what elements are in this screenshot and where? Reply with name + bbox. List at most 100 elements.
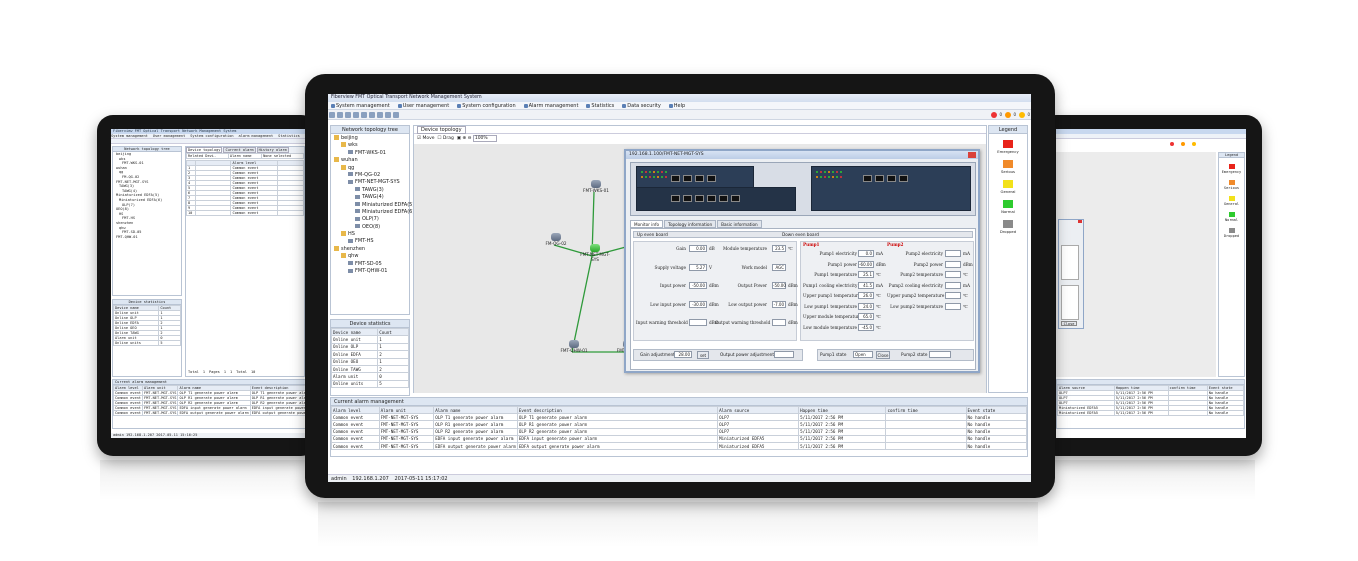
menu-data-security[interactable]: Data security [627, 103, 661, 109]
pump2-state-value[interactable] [929, 351, 951, 358]
alarm-row[interactable]: Common event FMT-NET-MGT-SYS EDFA input ge… [331, 434, 1028, 443]
list-icon[interactable] [361, 112, 367, 118]
tree-item[interactable]: Miniaturized EDFA(6) [334, 209, 414, 216]
grid-icon[interactable] [353, 112, 359, 118]
forward-icon[interactable] [385, 112, 391, 118]
left-filter-cell[interactable]: Alarm name [227, 153, 263, 159]
tree-item[interactable]: wks [334, 142, 406, 149]
general-alarm-icon[interactable] [1019, 112, 1025, 118]
tree-item[interactable]: qg [334, 164, 406, 172]
tree-item[interactable]: shenzhen [334, 245, 406, 253]
field-value[interactable]: 0.00 [689, 245, 707, 252]
field-value[interactable]: 5.27 [689, 263, 707, 271]
field-value[interactable] [945, 250, 961, 257]
zoom-out-icon[interactable]: ⊖ [468, 136, 472, 141]
menu-system-management[interactable]: System management [336, 103, 390, 109]
menu-system-configuration[interactable]: System configuration [462, 103, 515, 109]
tree-item[interactable]: TAWG(4) [334, 194, 406, 201]
field-value[interactable]: -50.00 [689, 282, 707, 289]
serious-alarm-icon[interactable] [1005, 112, 1011, 118]
field-value[interactable] [945, 292, 961, 299]
tab-basic-information[interactable]: Basic information [717, 220, 762, 228]
tab-device-topology[interactable]: Device topology [417, 126, 466, 134]
emergency-alarm-icon[interactable] [991, 112, 997, 118]
field-value[interactable]: 25.1 [858, 271, 874, 278]
tree-item[interactable]: beijing [334, 135, 406, 142]
node-fmt-wks-01[interactable]: FMT-WKS-01 [581, 180, 611, 193]
tree-item[interactable]: TAWG(3) [334, 187, 406, 194]
field-value[interactable] [772, 319, 786, 326]
left-menu-item[interactable]: User management [153, 134, 185, 138]
dialog-close-icon[interactable] [968, 152, 976, 158]
left-grid-row[interactable]: 10 Common event [185, 210, 304, 216]
alarm-row[interactable]: Common event FMT-NET-MGT-SYS OLP R1 genera… [331, 420, 1028, 429]
field-value[interactable]: 0.0 [858, 250, 874, 257]
search-icon[interactable] [329, 112, 335, 118]
stats-row[interactable]: Online units 5 [330, 379, 409, 389]
left-alarm-row[interactable]: Common event FMT-NET-MGT-SYS EDFA output g… [113, 410, 307, 416]
field-value[interactable] [689, 319, 707, 326]
left-stats-row[interactable]: Online units 5 [112, 340, 181, 346]
left-menu-item[interactable]: System configuration [190, 134, 233, 138]
tree-item[interactable]: wuhan [334, 157, 406, 164]
tree-item[interactable]: FM-QG-02 [334, 172, 406, 179]
export-icon[interactable] [393, 112, 399, 118]
left-filter-cell[interactable]: Related Devi. [186, 153, 229, 159]
field-value[interactable]: -60.00 [858, 260, 874, 268]
tree-item[interactable]: OLP(7) [334, 216, 406, 223]
stats-row[interactable]: Alarm unit 0 [330, 372, 409, 381]
node-fmt-net-mgt-sys[interactable]: FMT-NET-MGT-SYS [577, 244, 613, 262]
back-icon[interactable] [377, 112, 383, 118]
field-value[interactable]: 65.0 [858, 313, 874, 320]
gain-adjustment-input[interactable]: 28.00 [674, 351, 692, 358]
tree-item[interactable]: FMT-SD-05 [334, 261, 406, 268]
tree-item[interactable]: Miniaturized EDFA(5) [334, 202, 414, 209]
save-icon[interactable]: ▣ [455, 136, 461, 141]
zoom-in-icon[interactable]: ⊕ [462, 136, 466, 141]
field-value[interactable]: -45.0 [858, 323, 874, 331]
user-icon[interactable] [337, 112, 343, 118]
left-menu-item[interactable]: Statistics [278, 134, 300, 138]
zoom-select[interactable]: 100% [472, 135, 497, 142]
stats-row[interactable]: Online unit 1 [330, 335, 409, 344]
right-alarm-row[interactable]: Miniaturized EDFA5 5/11/2017 2:56 PM No ha… [1057, 410, 1245, 416]
field-value[interactable] [945, 271, 961, 278]
output-power-adjustment-input[interactable] [774, 351, 794, 358]
tree-item[interactable]: FMT-NET-MGT-SYS [334, 179, 406, 186]
tree-item[interactable]: FMT-HS [334, 238, 406, 245]
stats-row[interactable]: Online OEO 1 [330, 357, 409, 366]
stats-row[interactable]: Online OLP 1 [330, 342, 409, 352]
left-tab[interactable]: Current alarm [223, 147, 256, 153]
settings-icon[interactable] [369, 112, 375, 118]
alarm-row[interactable]: Common event FMT-NET-MGT-SYS OLP R2 genera… [331, 427, 1028, 436]
field-value[interactable]: -30.00 [689, 300, 707, 308]
tree-item[interactable]: FMT-WKS-01 [334, 150, 406, 157]
left-tab[interactable]: History alarm [256, 147, 289, 153]
left-menu-item[interactable]: alarm management [239, 134, 274, 138]
field-value[interactable]: 24.0 [858, 302, 874, 310]
refresh-icon[interactable] [345, 112, 351, 118]
menu-alarm-management[interactable]: Alarm management [529, 103, 579, 109]
alarm-row[interactable]: Common event FMT-NET-MGT-SYS OLP T1 genera… [331, 413, 1028, 422]
left-filter-cell[interactable]: None selected [261, 153, 304, 159]
field-value[interactable]: 26.0 [858, 292, 874, 299]
field-value[interactable] [945, 260, 961, 268]
alarm-row[interactable]: Common event FMT-NET-MGT-SYS EDFA output g… [331, 441, 1028, 451]
drag-checkbox[interactable]: ☐ [436, 136, 443, 141]
left-tree-item[interactable]: FMT-QHW-01 [113, 235, 181, 240]
right-close-button[interactable]: Close [1061, 321, 1077, 326]
node-fmt-qhw-01[interactable]: FMT-QHW-01 [559, 340, 589, 353]
set-button[interactable]: set [697, 350, 709, 359]
pump1-state-value[interactable]: Open [853, 351, 873, 358]
menu-user-management[interactable]: User management [403, 103, 449, 109]
field-value[interactable] [945, 302, 961, 310]
field-value[interactable]: -7.00 [772, 300, 786, 308]
menu-help[interactable]: Help [674, 103, 685, 109]
left-menu-item[interactable]: System management [111, 134, 148, 138]
left-tab[interactable]: Device topology [186, 147, 223, 153]
field-value[interactable]: 23.5 [772, 245, 786, 252]
stats-row[interactable]: Online TAWG 2 [330, 364, 409, 374]
tab-monitor-info[interactable]: Monitor info [630, 220, 664, 228]
tree-item[interactable]: HS [334, 231, 406, 238]
tab-topology-information[interactable]: Topology information [664, 220, 717, 228]
